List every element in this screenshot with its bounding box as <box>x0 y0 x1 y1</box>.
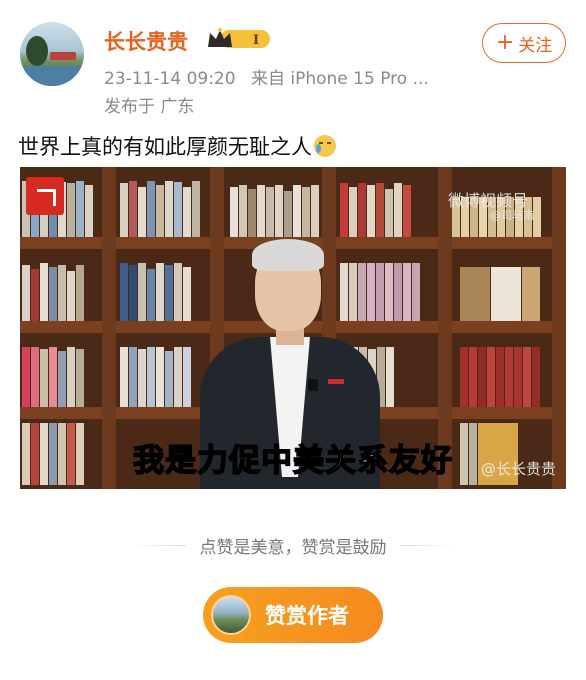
follow-button[interactable]: + 关注 <box>482 23 566 63</box>
lapel-mic-icon <box>308 379 318 391</box>
post-source: 来自 iPhone 15 Pro ... <box>250 69 429 89</box>
video-watermark-sub: @司马南 <box>490 209 534 222</box>
books <box>460 347 540 407</box>
reward-author-button[interactable]: 赞赏作者 <box>203 587 383 643</box>
books <box>22 347 84 407</box>
books <box>230 185 319 237</box>
divider <box>400 545 455 546</box>
reward-slogan: 点赞是美意，赞赏是鼓励 <box>199 538 387 558</box>
author-name[interactable]: 长长贵贵 <box>104 26 188 56</box>
follow-label: 关注 <box>518 35 553 56</box>
reward-button-label: 赞赏作者 <box>265 604 349 628</box>
video-player[interactable]: 微博视频号 @司马南 我是力促中美关系友好 @长长贵贵 <box>20 167 566 489</box>
divider <box>131 545 186 546</box>
reward-slogan-row: 点赞是美意，赞赏是鼓励 <box>0 533 586 558</box>
crown-badge-icon: I <box>208 28 270 48</box>
author-mini-avatar <box>211 595 251 635</box>
books <box>120 263 191 321</box>
post-timestamp: 23-11-14 09:20 <box>104 69 236 89</box>
post-meta: 23-11-14 09:20 来自 iPhone 15 Pro ... <box>104 64 439 89</box>
post-text: 世界上真的有如此厚颜无耻之人 <box>18 131 336 161</box>
plus-icon: + <box>495 30 515 55</box>
badge-level: I <box>253 33 259 48</box>
video-watermark-bottom: @长长贵贵 <box>480 460 556 478</box>
badge-pin-icon <box>328 379 344 384</box>
crying-laughing-emoji-icon <box>314 135 336 157</box>
books <box>22 263 84 321</box>
post-body: 世界上真的有如此厚颜无耻之人 <box>18 135 312 159</box>
channel-logo-icon <box>26 177 64 215</box>
post-header: 长长贵贵 I 23-11-14 09:20 来自 iPhone 15 Pro .… <box>0 0 586 120</box>
books <box>120 347 191 407</box>
books <box>120 181 200 237</box>
post-location: 发布于 广东 <box>104 97 195 117</box>
books <box>340 183 411 237</box>
author-avatar[interactable] <box>20 22 84 86</box>
books <box>460 267 540 321</box>
